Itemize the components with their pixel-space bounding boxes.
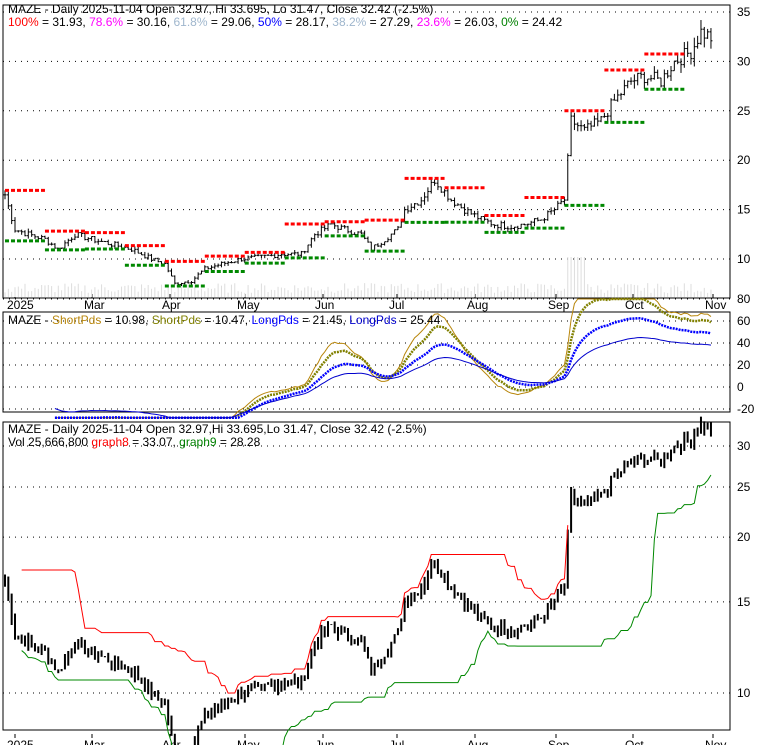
fib-label: 0% xyxy=(501,15,519,29)
osc-value: = 25.44 xyxy=(397,313,441,327)
osc-label: LongPds xyxy=(349,313,396,327)
stop-xtick: Sep xyxy=(548,738,570,745)
stop-ytick: 10 xyxy=(737,686,751,700)
stop-value: = 33.07, xyxy=(129,435,179,449)
stop-xtick: Aug xyxy=(467,738,488,745)
osc-ytick: -20 xyxy=(737,402,755,416)
stop-xtick: Jul xyxy=(389,738,404,745)
stop-xtick: 2025 xyxy=(7,738,34,745)
stop-xtick: Mar xyxy=(84,738,105,745)
stop-title: MAZE - Daily 2025-11-04 Open 32.97,Hi 33… xyxy=(8,422,427,436)
stop-legend: Vol 25,666,800 graph8 = 33.07, graph9 = … xyxy=(8,435,261,449)
fib-label: 61.8% xyxy=(173,15,207,29)
stop-label: graph9 xyxy=(179,435,217,449)
osc-ytick: 60 xyxy=(737,314,751,328)
osc-value: = 21.45, xyxy=(299,313,349,327)
price-ytick: 15 xyxy=(737,203,751,217)
osc-value: = 10.47, xyxy=(201,313,251,327)
stop-xtick: Oct xyxy=(625,738,644,745)
stop-label: graph8 xyxy=(91,435,129,449)
stop-value: = 28.28 xyxy=(217,435,261,449)
price-ytick: 20 xyxy=(737,153,751,167)
price-xtick: Apr xyxy=(162,298,181,312)
fib-label: 100% xyxy=(8,15,39,29)
fib-label: 78.6% xyxy=(89,15,123,29)
stop-ytick: 15 xyxy=(737,595,751,609)
stop-ytick: 25 xyxy=(737,480,751,494)
stop-ytick: 30 xyxy=(737,439,751,453)
price-title: MAZE - Daily 2025-11-04 Open 32.97, Hi 3… xyxy=(8,2,433,16)
price-ytick: 25 xyxy=(737,104,751,118)
fib-value: = 29.06, xyxy=(208,15,258,29)
price-ytick: 35 xyxy=(737,5,751,19)
price-ytick: 10 xyxy=(737,252,751,266)
price-xtick: Sep xyxy=(548,298,570,312)
price-xtick: Nov xyxy=(705,298,726,312)
fib-value: = 27.29, xyxy=(366,15,416,29)
price-panel-frame xyxy=(2,4,731,299)
fib-value: = 26.03, xyxy=(451,15,501,29)
osc-value: = 10.98, xyxy=(101,313,151,327)
fib-value: = 30.16, xyxy=(123,15,173,29)
osc-label: ShortPds xyxy=(152,313,201,327)
fib-label: 38.2% xyxy=(332,15,366,29)
fib-legend: 100% = 31.93, 78.6% = 30.16, 61.8% = 29.… xyxy=(8,15,562,29)
fib-value: = 24.42 xyxy=(518,15,562,29)
stock-chart: 10 15 20 25 30 35 2025 Mar Apr May Jun Jul Aug Sep Oct… xyxy=(0,0,780,745)
chart-canvas: 1015202530352025 Mar Apr May Jun Jul Aug Sep Oct… xyxy=(2,2,755,745)
fib-label: 23.6% xyxy=(417,15,451,29)
price-xtick: Jul xyxy=(389,298,404,312)
fib-value: = 28.17, xyxy=(282,15,332,29)
graph8-line xyxy=(21,525,569,694)
fib-label: 50% xyxy=(258,15,282,29)
osc-label: ShortPds xyxy=(52,313,101,327)
price-xtick: Aug xyxy=(467,298,488,312)
osc-ytick: 40 xyxy=(737,336,751,350)
price-xtick: May xyxy=(237,298,260,312)
osc-ytick: 20 xyxy=(737,358,751,372)
oscillator-legend: MAZE - ShortPds = 10.98, ShortPds = 10.4… xyxy=(8,313,441,327)
graph9-line xyxy=(21,474,712,745)
price-ytick: 30 xyxy=(737,54,751,68)
oscillator-panel-frame xyxy=(2,311,731,413)
price-xtick: Mar xyxy=(84,298,105,312)
stop-xtick: Nov xyxy=(705,738,726,745)
stop-xtick: May xyxy=(237,738,260,745)
stop-xtick: Jun xyxy=(315,738,334,745)
osc-ytick: 80 xyxy=(737,292,751,306)
stop-ytick: 20 xyxy=(737,530,751,544)
price-xtick: Jun xyxy=(315,298,334,312)
price-xtick: 2025 xyxy=(7,298,34,312)
fib-value: = 31.93, xyxy=(39,15,89,29)
oscillator-line xyxy=(54,316,712,420)
osc-ytick: 0 xyxy=(737,380,744,394)
osc-label: LongPds xyxy=(251,313,298,327)
stop-panel-frame xyxy=(2,421,731,731)
